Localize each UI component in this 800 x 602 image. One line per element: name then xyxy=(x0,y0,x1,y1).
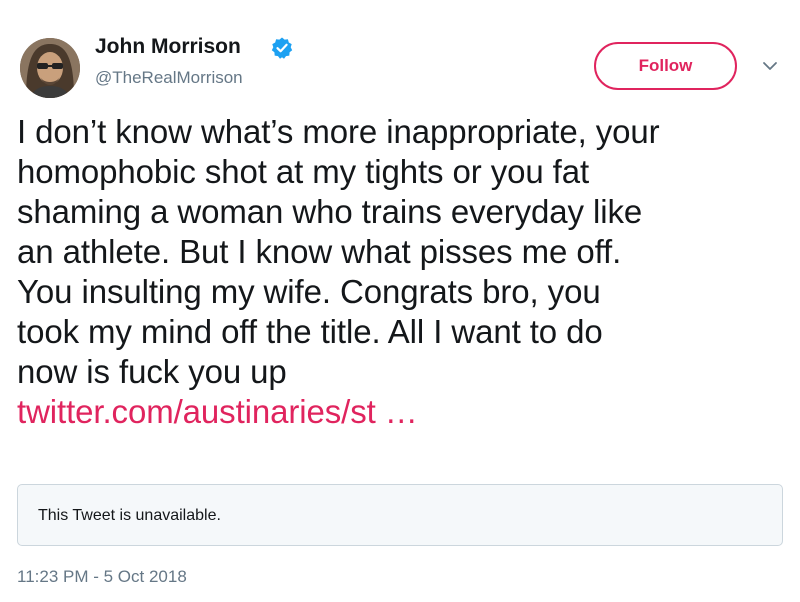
verified-badge-icon xyxy=(271,37,293,59)
tweet-card: John Morrison @TheRealMorrison Follow I … xyxy=(0,0,800,602)
display-name[interactable]: John Morrison xyxy=(95,35,241,59)
chevron-down-icon[interactable] xyxy=(762,60,778,72)
follow-button[interactable]: Follow xyxy=(594,42,737,90)
tweet-text-line: I don’t know what’s more inappropriate, … xyxy=(17,113,660,150)
tweet-text-line: took my mind off the title. All I want t… xyxy=(17,313,603,350)
tweet-link[interactable]: twitter.com/austinaries/st … xyxy=(17,393,418,430)
quoted-tweet-unavailable-text: This Tweet is unavailable. xyxy=(38,507,221,524)
tweet-text-line: shaming a woman who trains everyday like xyxy=(17,193,643,230)
user-handle[interactable]: @TheRealMorrison xyxy=(95,68,243,88)
tweet-text-line: now is fuck you up xyxy=(17,353,287,390)
avatar[interactable] xyxy=(20,38,80,98)
tweet-text-line: homophobic shot at my tights or you fat xyxy=(17,153,590,190)
quoted-tweet-card[interactable]: This Tweet is unavailable. xyxy=(17,484,783,546)
tweet-text: I don’t know what’s more inappropriate, … xyxy=(17,112,787,432)
user-avatar-icon xyxy=(20,38,80,98)
tweet-timestamp[interactable]: 11:23 PM - 5 Oct 2018 xyxy=(17,567,187,587)
tweet-text-line: an athlete. But I know what pisses me of… xyxy=(17,233,622,270)
tweet-text-line: You insulting my wife. Congrats bro, you xyxy=(17,273,601,310)
